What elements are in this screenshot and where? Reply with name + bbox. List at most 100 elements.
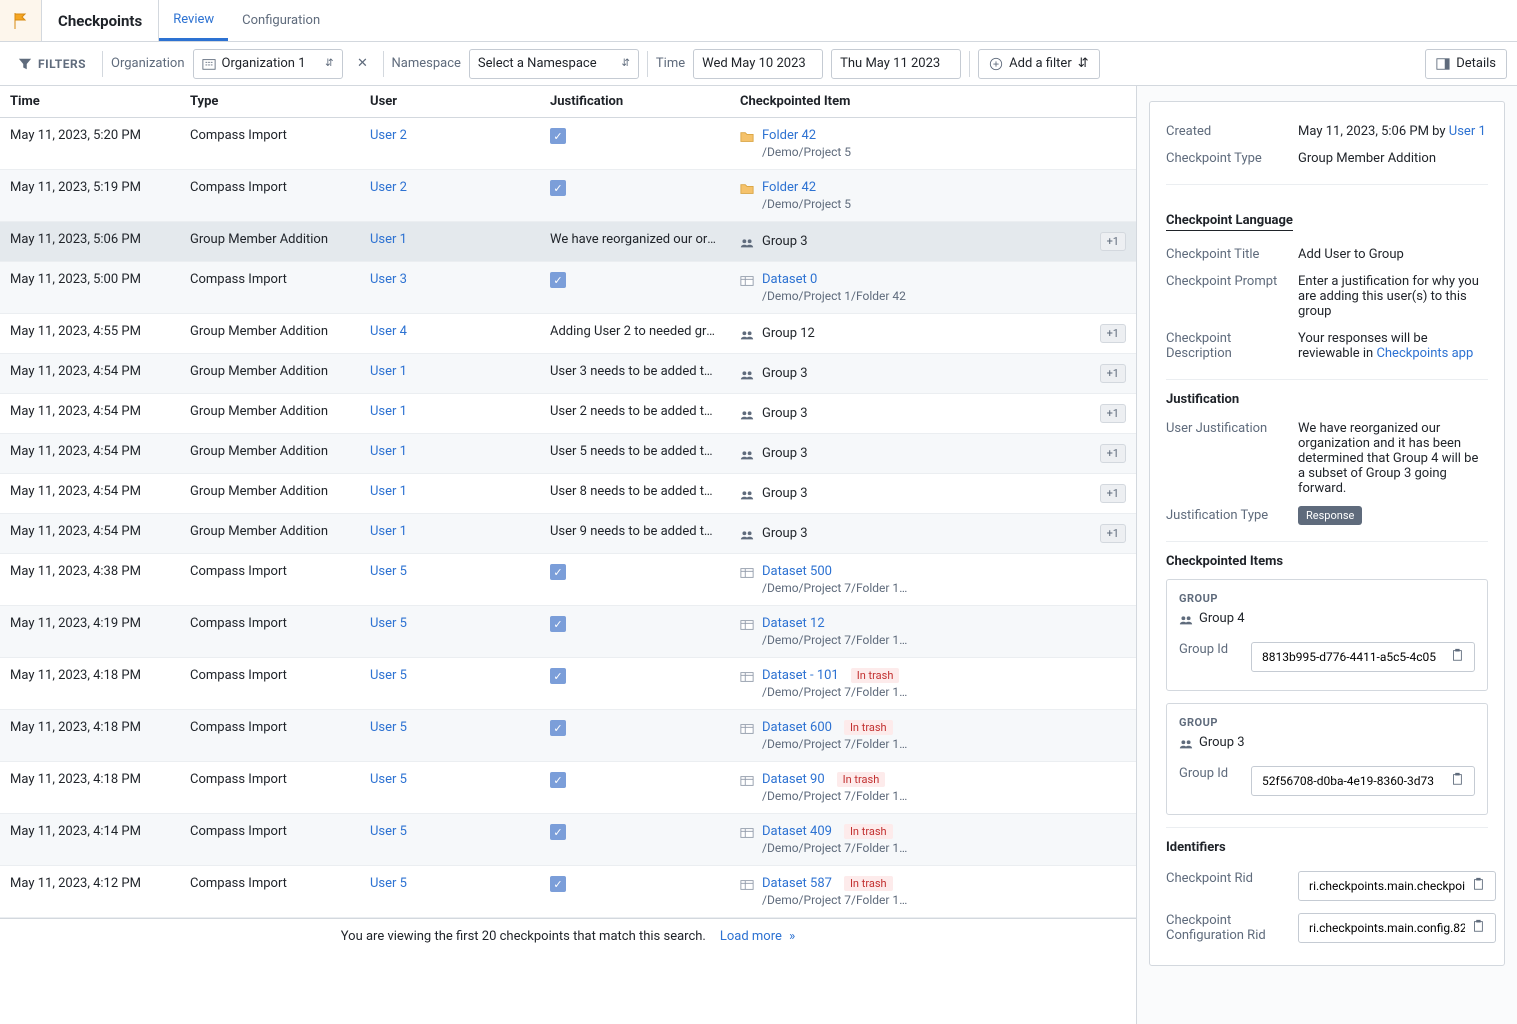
created-user-link[interactable]: User 1 (1449, 124, 1486, 139)
copy-group-id-button[interactable] (1446, 648, 1468, 666)
check-icon (550, 128, 566, 144)
group-card-label: GROUP (1179, 716, 1475, 729)
cell-time: May 11, 2023, 4:54 PM (0, 354, 180, 394)
col-header-type[interactable]: Type (180, 86, 360, 118)
filter-bar: FILTERS Organization Organization 1 ⇵ ✕ … (0, 42, 1517, 86)
copy-config-rid-button[interactable] (1467, 919, 1489, 937)
config-rid-input[interactable] (1307, 920, 1467, 936)
count-badge: +1 (1100, 364, 1126, 383)
user-link[interactable]: User 1 (370, 404, 407, 419)
tab-review[interactable]: Review (159, 0, 228, 41)
user-link[interactable]: User 2 (370, 128, 407, 143)
table-row[interactable]: May 11, 2023, 4:38 PMCompass ImportUser … (0, 554, 1136, 606)
checkpoints-app-link[interactable]: Checkpoints app (1376, 346, 1473, 361)
details-panel[interactable]: Created May 11, 2023, 5:06 PM by User 1 … (1137, 86, 1517, 1024)
namespace-select[interactable]: Select a Namespace ⇵ (469, 49, 639, 79)
user-link[interactable]: User 1 (370, 444, 407, 459)
table-row[interactable]: May 11, 2023, 4:54 PMGroup Member Additi… (0, 354, 1136, 394)
table-row[interactable]: May 11, 2023, 4:54 PMGroup Member Additi… (0, 514, 1136, 554)
remove-org-filter[interactable]: ✕ (351, 52, 375, 76)
copy-group-id-button[interactable] (1446, 772, 1468, 790)
item-name[interactable]: Dataset 12 (762, 616, 825, 631)
user-link[interactable]: User 5 (370, 668, 407, 683)
config-rid-field (1298, 913, 1496, 943)
table-row[interactable]: May 11, 2023, 4:18 PMCompass ImportUser … (0, 710, 1136, 762)
item-name[interactable]: Folder 42 (762, 180, 816, 195)
details-toggle-button[interactable]: Details (1425, 49, 1507, 79)
col-header-justification[interactable]: Justification (540, 86, 730, 118)
user-link[interactable]: User 3 (370, 272, 407, 287)
copy-checkpoint-rid-button[interactable] (1467, 877, 1489, 895)
item-name[interactable]: Dataset 0 (762, 272, 817, 287)
cell-justification (540, 606, 730, 658)
checkpoint-rid-input[interactable] (1307, 878, 1467, 894)
filter-key-time: Time (656, 56, 685, 71)
table-row[interactable]: May 11, 2023, 4:54 PMGroup Member Additi… (0, 394, 1136, 434)
group-id-input[interactable] (1260, 773, 1446, 789)
col-header-user[interactable]: User (360, 86, 540, 118)
table-row[interactable]: May 11, 2023, 4:54 PMGroup Member Additi… (0, 474, 1136, 514)
item-name: Group 3 (762, 406, 808, 421)
item-name[interactable]: Folder 42 (762, 128, 816, 143)
cell-time: May 11, 2023, 4:54 PM (0, 434, 180, 474)
add-filter-button[interactable]: Add a filter ⇵ (978, 49, 1100, 79)
table-row[interactable]: May 11, 2023, 4:12 PMCompass ImportUser … (0, 866, 1136, 918)
table-row[interactable]: May 11, 2023, 4:14 PMCompass ImportUser … (0, 814, 1136, 866)
cell-user: User 3 (360, 262, 540, 314)
group-icon (1179, 736, 1193, 750)
group-icon (740, 235, 754, 249)
item-path: /Demo/Project 5 (762, 145, 912, 159)
count-badge: +1 (1100, 404, 1126, 423)
item-name[interactable]: Dataset 600 (762, 720, 832, 735)
user-link[interactable]: User 5 (370, 720, 407, 735)
item-path: /Demo/Project 5 (762, 197, 912, 211)
user-link[interactable]: User 5 (370, 824, 407, 839)
user-link[interactable]: User 1 (370, 524, 407, 539)
user-link[interactable]: User 5 (370, 772, 407, 787)
table-row[interactable]: May 11, 2023, 4:18 PMCompass ImportUser … (0, 658, 1136, 710)
item-name[interactable]: Dataset 587 (762, 876, 832, 891)
cell-justification: User 3 needs to be added to thi… (540, 354, 730, 394)
table-row[interactable]: May 11, 2023, 5:20 PMCompass ImportUser … (0, 118, 1136, 170)
user-link[interactable]: User 2 (370, 180, 407, 195)
cell-item: Dataset 600In trash/Demo/Project 7/Folde… (730, 710, 1136, 762)
cell-time: May 11, 2023, 4:18 PM (0, 762, 180, 814)
time-to-input[interactable]: Thu May 11 2023 (831, 49, 961, 79)
item-name[interactable]: Dataset 409 (762, 824, 832, 839)
tab-configuration[interactable]: Configuration (228, 0, 334, 41)
time-from-input[interactable]: Wed May 10 2023 (693, 49, 823, 79)
table-row[interactable]: May 11, 2023, 4:55 PMGroup Member Additi… (0, 314, 1136, 354)
table-row[interactable]: May 11, 2023, 4:18 PMCompass ImportUser … (0, 762, 1136, 814)
table-wrap[interactable]: Time Type User Justification Checkpointe… (0, 86, 1137, 1024)
col-header-item[interactable]: Checkpointed Item (730, 86, 1136, 118)
item-name[interactable]: Dataset - 101 (762, 668, 839, 683)
load-more-link[interactable]: Load more » (720, 929, 795, 944)
cell-justification: User 5 needs to be added to thi… (540, 434, 730, 474)
table-row[interactable]: May 11, 2023, 4:54 PMGroup Member Additi… (0, 434, 1136, 474)
cell-justification (540, 262, 730, 314)
col-header-time[interactable]: Time (0, 86, 180, 118)
item-name[interactable]: Dataset 500 (762, 564, 832, 579)
table-row[interactable]: May 11, 2023, 5:19 PMCompass ImportUser … (0, 170, 1136, 222)
check-icon (550, 772, 566, 788)
user-link[interactable]: User 1 (370, 232, 407, 247)
table-row[interactable]: May 11, 2023, 5:06 PMGroup Member Additi… (0, 222, 1136, 262)
item-name[interactable]: Dataset 90 (762, 772, 825, 787)
user-link[interactable]: User 1 (370, 484, 407, 499)
user-link[interactable]: User 1 (370, 364, 407, 379)
cell-time: May 11, 2023, 4:54 PM (0, 394, 180, 434)
user-link[interactable]: User 4 (370, 324, 407, 339)
user-link[interactable]: User 5 (370, 564, 407, 579)
cell-item: Group 3+1 (730, 474, 1136, 514)
table-row[interactable]: May 11, 2023, 5:00 PMCompass ImportUser … (0, 262, 1136, 314)
cell-user: User 5 (360, 866, 540, 918)
item-path: /Demo/Project 7/Folder 100/Fol… (762, 633, 912, 647)
item-path: /Demo/Project 7/Folder 100/Fol… (762, 893, 912, 907)
table-row[interactable]: May 11, 2023, 4:19 PMCompass ImportUser … (0, 606, 1136, 658)
cell-user: User 5 (360, 606, 540, 658)
group-id-input[interactable] (1260, 649, 1446, 665)
organization-select[interactable]: Organization 1 ⇵ (193, 49, 343, 79)
user-link[interactable]: User 5 (370, 876, 407, 891)
user-link[interactable]: User 5 (370, 616, 407, 631)
justification-text: User 8 needs to be added to thi… (550, 484, 720, 499)
